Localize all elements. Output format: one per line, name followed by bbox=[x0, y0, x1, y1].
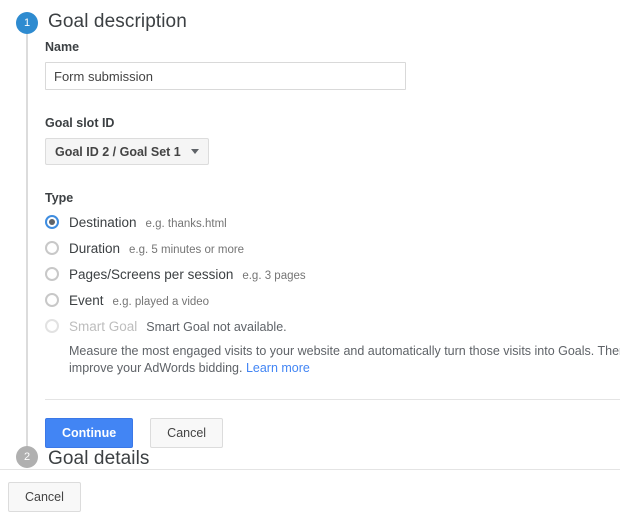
radio-label-duration: Duration bbox=[69, 241, 121, 256]
goal-slot-label: Goal slot ID bbox=[45, 116, 115, 130]
step-marker-1: 1 bbox=[16, 12, 38, 34]
radio-hint-duration: e.g. 5 minutes or more bbox=[129, 244, 245, 256]
bottom-cancel-button[interactable]: Cancel bbox=[8, 482, 81, 512]
goal-setup-wizard: 1 Goal description Name Goal slot ID Goa… bbox=[0, 0, 620, 470]
step-title-goal-details[interactable]: Goal details bbox=[48, 448, 150, 470]
radio-hint-pages-per-session: e.g. 3 pages bbox=[242, 270, 306, 282]
form-action-row: Continue Cancel bbox=[45, 418, 620, 448]
radio-option-smart-goal: Smart Goal Smart Goal not available. bbox=[45, 317, 620, 334]
smart-goal-description-text: Measure the most engaged visits to your … bbox=[69, 344, 620, 375]
cancel-button[interactable]: Cancel bbox=[150, 418, 224, 448]
step-title-goal-description: Goal description bbox=[48, 11, 187, 32]
radio-label-smart-goal: Smart Goal bbox=[69, 319, 138, 334]
chevron-down-icon bbox=[190, 149, 199, 154]
radio-pages-per-session-icon[interactable] bbox=[45, 267, 59, 281]
step-marker-2: 2 bbox=[16, 446, 38, 468]
step-connector-line bbox=[26, 30, 28, 450]
goal-name-input[interactable] bbox=[45, 62, 406, 90]
goal-slot-id-dropdown[interactable]: Goal ID 2 / Goal Set 1 bbox=[45, 138, 209, 165]
goal-slot-id-value: Goal ID 2 / Goal Set 1 bbox=[55, 144, 181, 159]
radio-smart-goal-icon bbox=[45, 319, 59, 333]
goal-description-form: Name Goal slot ID Goal ID 2 / Goal Set 1… bbox=[45, 40, 620, 448]
form-divider bbox=[45, 399, 620, 400]
radio-destination-icon[interactable] bbox=[45, 215, 59, 229]
radio-label-destination: Destination bbox=[69, 215, 137, 230]
radio-hint-destination: e.g. thanks.html bbox=[145, 218, 227, 230]
learn-more-link[interactable]: Learn more bbox=[246, 361, 310, 375]
name-field-label: Name bbox=[45, 40, 80, 54]
radio-label-pages-per-session: Pages/Screens per session bbox=[69, 267, 234, 282]
radio-event-icon[interactable] bbox=[45, 293, 59, 307]
continue-button[interactable]: Continue bbox=[45, 418, 134, 448]
radio-hint-smart-goal: Smart Goal not available. bbox=[146, 320, 287, 334]
smart-goal-description: Measure the most engaged visits to your … bbox=[69, 343, 620, 377]
radio-duration-icon[interactable] bbox=[45, 241, 59, 255]
bottom-action-bar: Cancel bbox=[0, 470, 620, 514]
radio-option-event[interactable]: Event e.g. played a video bbox=[45, 291, 620, 308]
radio-option-duration[interactable]: Duration e.g. 5 minutes or more bbox=[45, 239, 620, 256]
radio-option-destination[interactable]: Destination e.g. thanks.html bbox=[45, 213, 620, 230]
radio-option-pages-per-session[interactable]: Pages/Screens per session e.g. 3 pages bbox=[45, 265, 620, 282]
radio-hint-event: e.g. played a video bbox=[112, 296, 210, 308]
radio-label-event: Event bbox=[69, 293, 104, 308]
type-field-label: Type bbox=[45, 191, 74, 205]
